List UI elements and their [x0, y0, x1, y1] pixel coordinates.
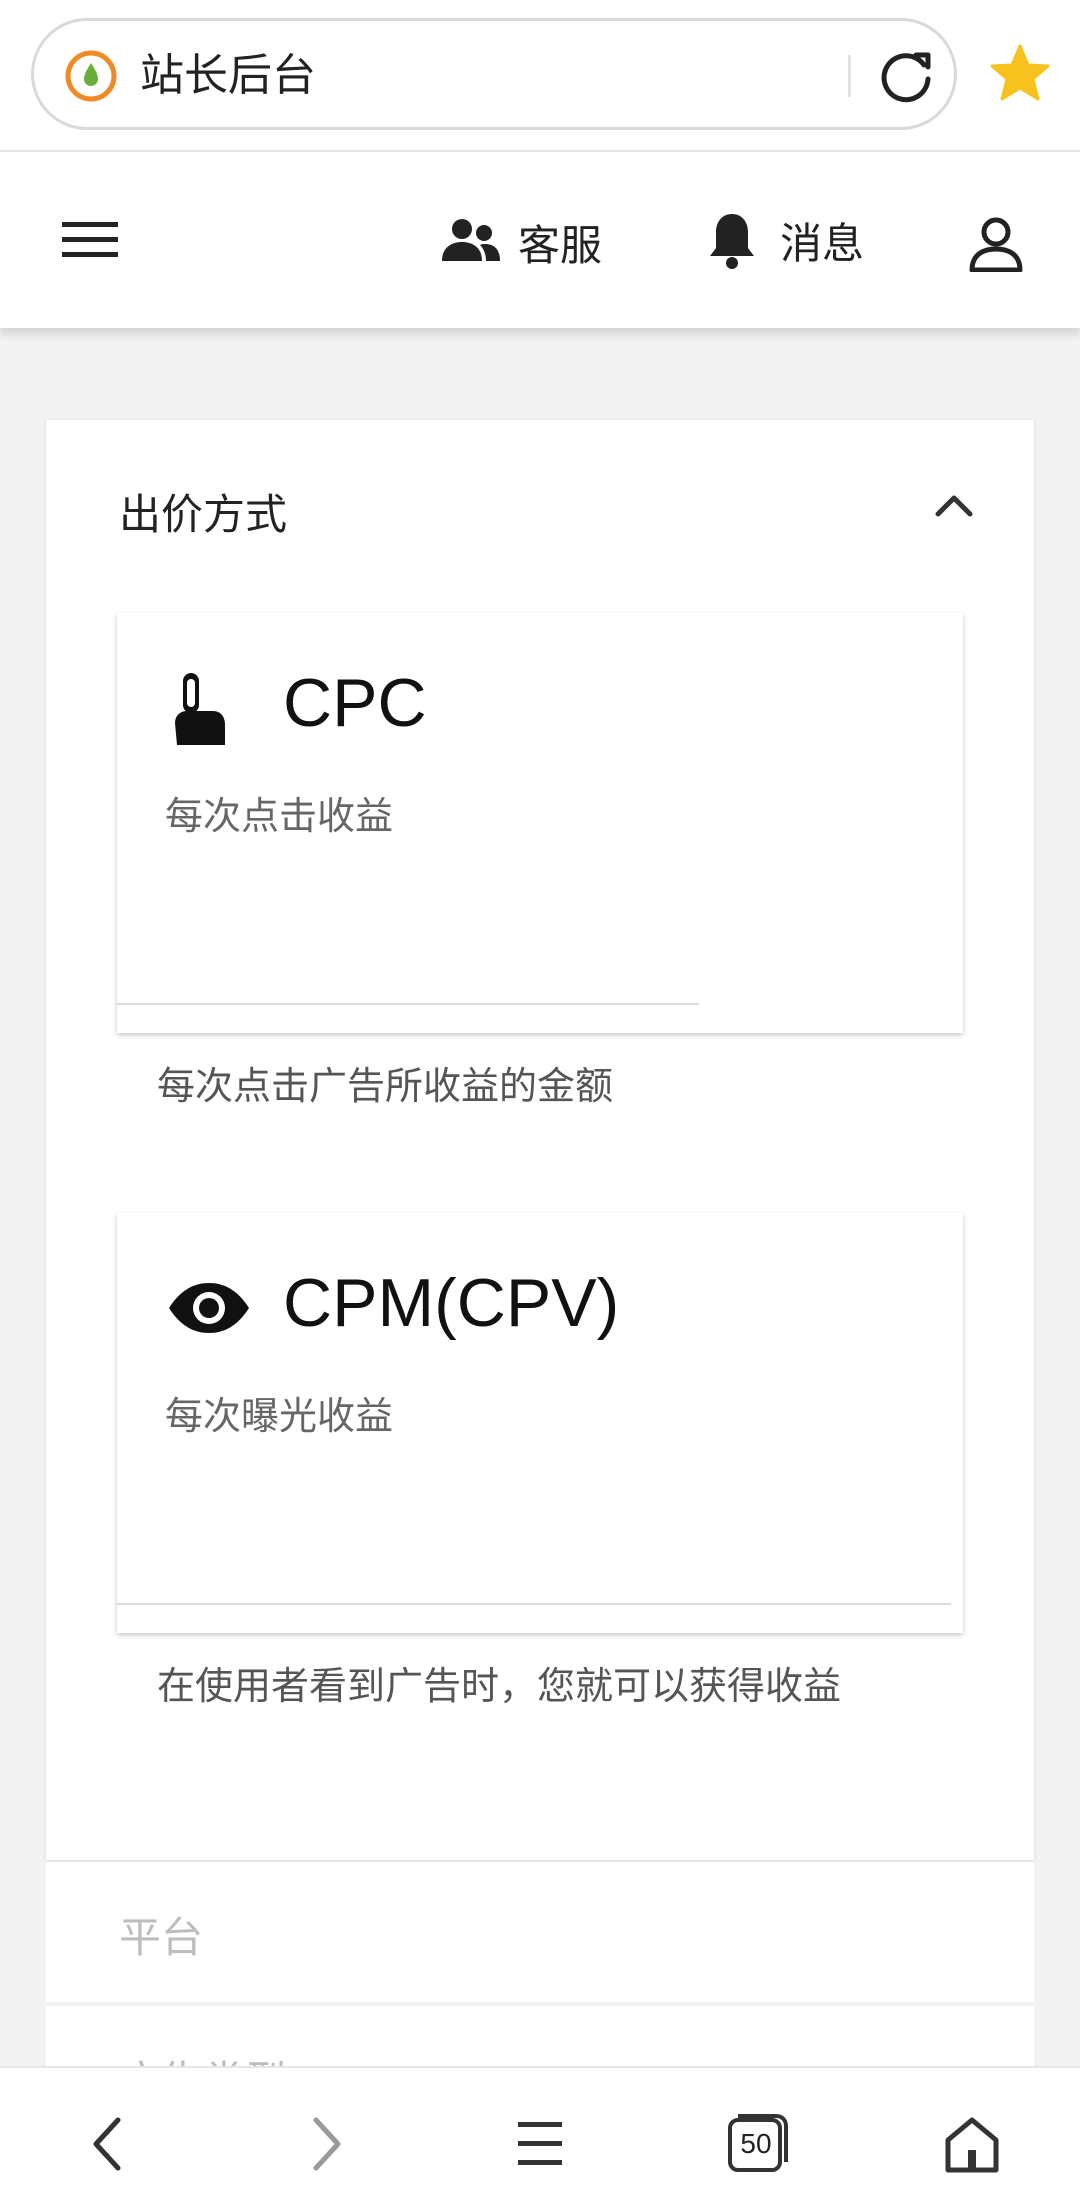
browser-bottom-nav: 50 [0, 2066, 1080, 2209]
address-bar[interactable]: 站长后台 [31, 18, 957, 130]
tap-finger-icon [175, 673, 225, 745]
reload-icon[interactable] [874, 45, 938, 109]
menu-list-icon[interactable] [508, 2112, 572, 2176]
address-divider [848, 55, 851, 97]
cpc-option-card[interactable]: CPC 每次点击收益 每次点击广告所收益的金额 [117, 613, 963, 1108]
site-logo-icon [65, 50, 117, 102]
chevron-up-icon[interactable] [932, 490, 976, 520]
account-icon[interactable] [968, 216, 1024, 272]
people-icon [442, 219, 500, 261]
forward-arrow-icon[interactable] [292, 2112, 356, 2176]
bidding-method-panel: 出价方式 CPC 每次点击收益 每次点击广告所收益的金额 CPM(CPV) 每次… [46, 420, 1034, 1860]
cpc-description: 每次点击广告所收益的金额 [157, 1064, 614, 1108]
notifications-button[interactable]: 消息 [706, 208, 864, 272]
panel-title: 出价方式 [119, 490, 288, 539]
bell-icon [710, 214, 754, 269]
customer-service-button[interactable]: 客服 [440, 212, 602, 272]
cpm-option-card[interactable]: CPM(CPV) 每次曝光收益 在使用者看到广告时，您就可以获得收益 [117, 1213, 963, 1708]
service-label: 客服 [518, 220, 603, 270]
cpc-divider [117, 1003, 699, 1005]
section-ad-type-label: 广告类型 [119, 2048, 287, 2066]
cpm-title: CPM(CPV) [283, 1265, 620, 1341]
cpm-description: 在使用者看到广告时，您就可以获得收益 [157, 1664, 842, 1708]
cpc-subtitle: 每次点击收益 [165, 794, 394, 838]
tab-count: 50 [740, 2128, 772, 2159]
section-platform[interactable]: 平台 [46, 1862, 1034, 2002]
browser-toolbar: 站长后台 [0, 0, 1080, 152]
app-header: 客服 消息 [0, 152, 1080, 328]
section-ad-type[interactable]: 广告类型 [46, 2006, 1034, 2066]
tabs-button[interactable]: 50 [724, 2112, 788, 2176]
eye-icon [169, 1283, 249, 1333]
hamburger-menu-icon[interactable] [60, 218, 120, 262]
bookmark-star-icon[interactable] [988, 42, 1052, 106]
cpc-title: CPC [283, 665, 427, 741]
cpm-divider [117, 1603, 951, 1605]
back-arrow-icon[interactable] [78, 2112, 142, 2176]
cpm-subtitle: 每次曝光收益 [165, 1394, 394, 1438]
home-icon[interactable] [940, 2112, 1004, 2176]
site-title: 站长后台 [140, 50, 316, 101]
section-platform-label: 平台 [119, 1913, 204, 1962]
notify-label: 消息 [780, 218, 865, 268]
